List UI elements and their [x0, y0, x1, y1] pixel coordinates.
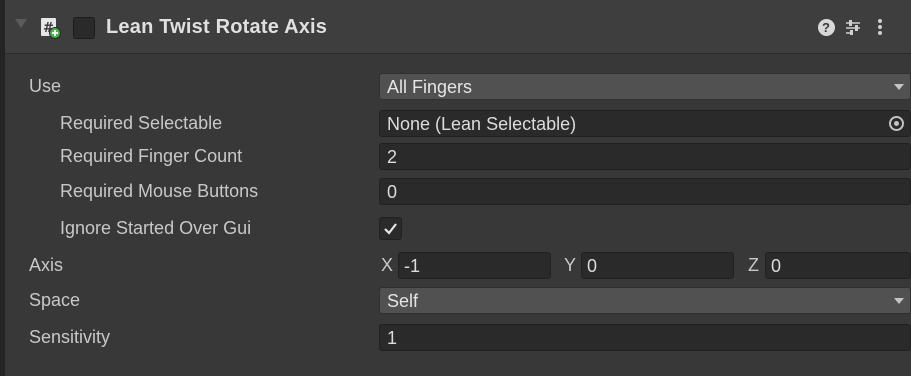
ignore-started-over-gui-row: Ignore Started Over Gui [5, 212, 911, 246]
use-label: Use [29, 76, 62, 96]
space-dropdown[interactable]: Self [379, 287, 911, 314]
required-mouse-buttons-label: Required Mouse Buttons [60, 181, 259, 201]
required-mouse-buttons-value: 0 [387, 182, 398, 202]
menu-icon[interactable] [873, 17, 887, 37]
required-selectable-label: Required Selectable [60, 113, 223, 133]
axis-z-input[interactable]: 0 [765, 252, 911, 279]
axis-y-input[interactable]: 0 [581, 252, 734, 279]
use-row: Use All Fingers [5, 70, 911, 104]
space-row: Space Self [5, 284, 911, 318]
required-selectable-object-field[interactable]: None (Lean Selectable) [379, 110, 911, 137]
axis-z-label[interactable]: Z [748, 255, 759, 276]
component-header[interactable]: # Lean Twist Rotate Axis ? [5, 0, 911, 54]
required-finger-count-input[interactable]: 2 [379, 143, 911, 170]
sensitivity-input[interactable]: 1 [379, 324, 911, 351]
required-finger-count-label: Required Finger Count [60, 146, 243, 166]
sensitivity-row: Sensitivity 1 [5, 321, 911, 355]
script-icon: # [39, 17, 61, 39]
sensitivity-value: 1 [387, 328, 398, 348]
help-icon[interactable]: ? [816, 17, 836, 37]
use-dropdown[interactable]: All Fingers [379, 73, 911, 100]
required-mouse-buttons-row: Required Mouse Buttons 0 [5, 175, 911, 209]
checkmark-icon [384, 223, 397, 235]
axis-label: Axis [29, 255, 64, 275]
axis-z-value: 0 [771, 256, 782, 276]
space-value: Self [387, 291, 419, 311]
use-value: All Fingers [387, 77, 473, 97]
foldout-arrow-icon[interactable] [15, 19, 27, 28]
ignore-started-over-gui-checkbox[interactable] [379, 217, 402, 240]
ignore-started-over-gui-label: Ignore Started Over Gui [60, 218, 252, 238]
axis-x-value: -1 [404, 256, 421, 276]
axis-x-input[interactable]: -1 [398, 252, 551, 279]
object-picker-icon[interactable] [889, 116, 904, 131]
sensitivity-label: Sensitivity [29, 327, 111, 347]
chevron-down-icon [894, 84, 904, 90]
axis-y-label[interactable]: Y [564, 255, 576, 276]
required-mouse-buttons-input[interactable]: 0 [379, 178, 911, 205]
chevron-down-icon [894, 298, 904, 304]
required-selectable-value: None (Lean Selectable) [387, 114, 577, 134]
axis-y-value: 0 [587, 256, 598, 276]
component-title: Lean Twist Rotate Axis [106, 16, 328, 38]
component-enabled-checkbox[interactable] [73, 17, 95, 39]
preset-icon[interactable] [843, 17, 863, 37]
required-selectable-row: Required Selectable None (Lean Selectabl… [5, 107, 911, 141]
space-label: Space [29, 290, 81, 310]
inspector-panel: # Lean Twist Rotate Axis ? Use All Finge… [0, 0, 911, 376]
axis-x-label[interactable]: X [381, 255, 393, 276]
required-finger-count-value: 2 [387, 147, 398, 167]
required-finger-count-row: Required Finger Count 2 [5, 140, 911, 174]
axis-row: Axis X -1 Y 0 Z 0 [5, 249, 911, 283]
